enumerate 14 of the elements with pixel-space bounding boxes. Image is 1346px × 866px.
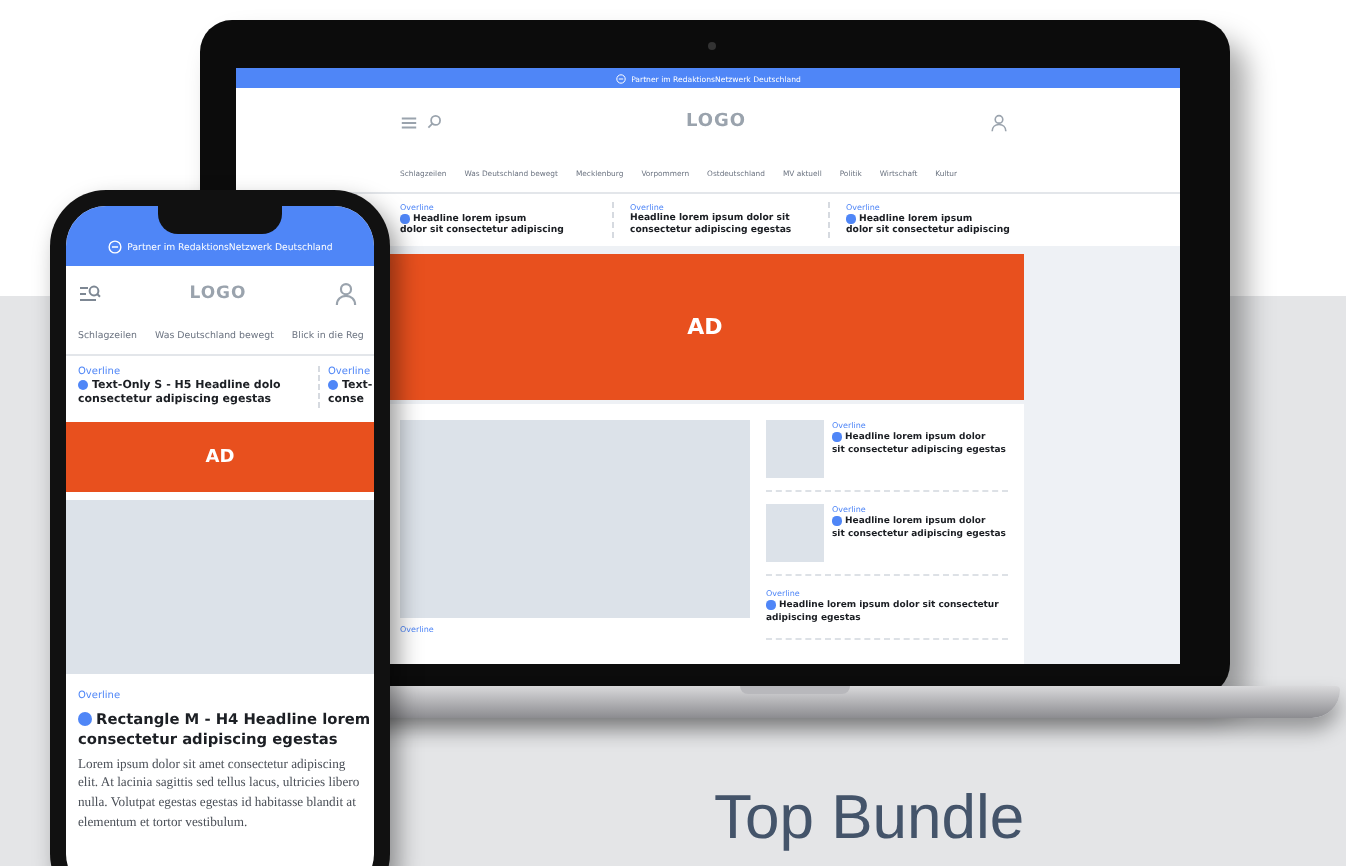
user-icon[interactable] [333,281,358,305]
search-icon[interactable] [426,114,442,130]
phone-notch [158,204,282,234]
menu-icon[interactable] [400,113,418,131]
thumbnail [766,420,824,479]
camera-dot [708,42,716,50]
thumbnail [766,504,824,563]
ad-banner[interactable]: AD [66,422,374,493]
menu-search-icon[interactable] [78,283,102,303]
caption: Top Bundle [714,782,1025,854]
user-icon[interactable] [989,113,1008,131]
network-badge-icon [615,73,626,83]
network-badge-icon [107,240,122,254]
ad-banner[interactable]: AD [386,254,1024,401]
